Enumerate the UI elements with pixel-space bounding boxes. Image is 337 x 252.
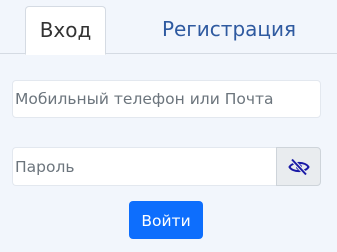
password-visibility-toggle[interactable]: [276, 147, 321, 186]
login-button[interactable]: Войти: [129, 201, 203, 239]
auth-tabs: Вход Регистрация: [0, 0, 337, 55]
tab-register[interactable]: Регистрация: [158, 6, 300, 54]
eye-slash-icon: [287, 157, 310, 176]
password-input[interactable]: [12, 147, 277, 186]
password-group: [12, 147, 321, 186]
tab-login[interactable]: Вход: [25, 6, 106, 55]
login-input[interactable]: [12, 80, 321, 118]
